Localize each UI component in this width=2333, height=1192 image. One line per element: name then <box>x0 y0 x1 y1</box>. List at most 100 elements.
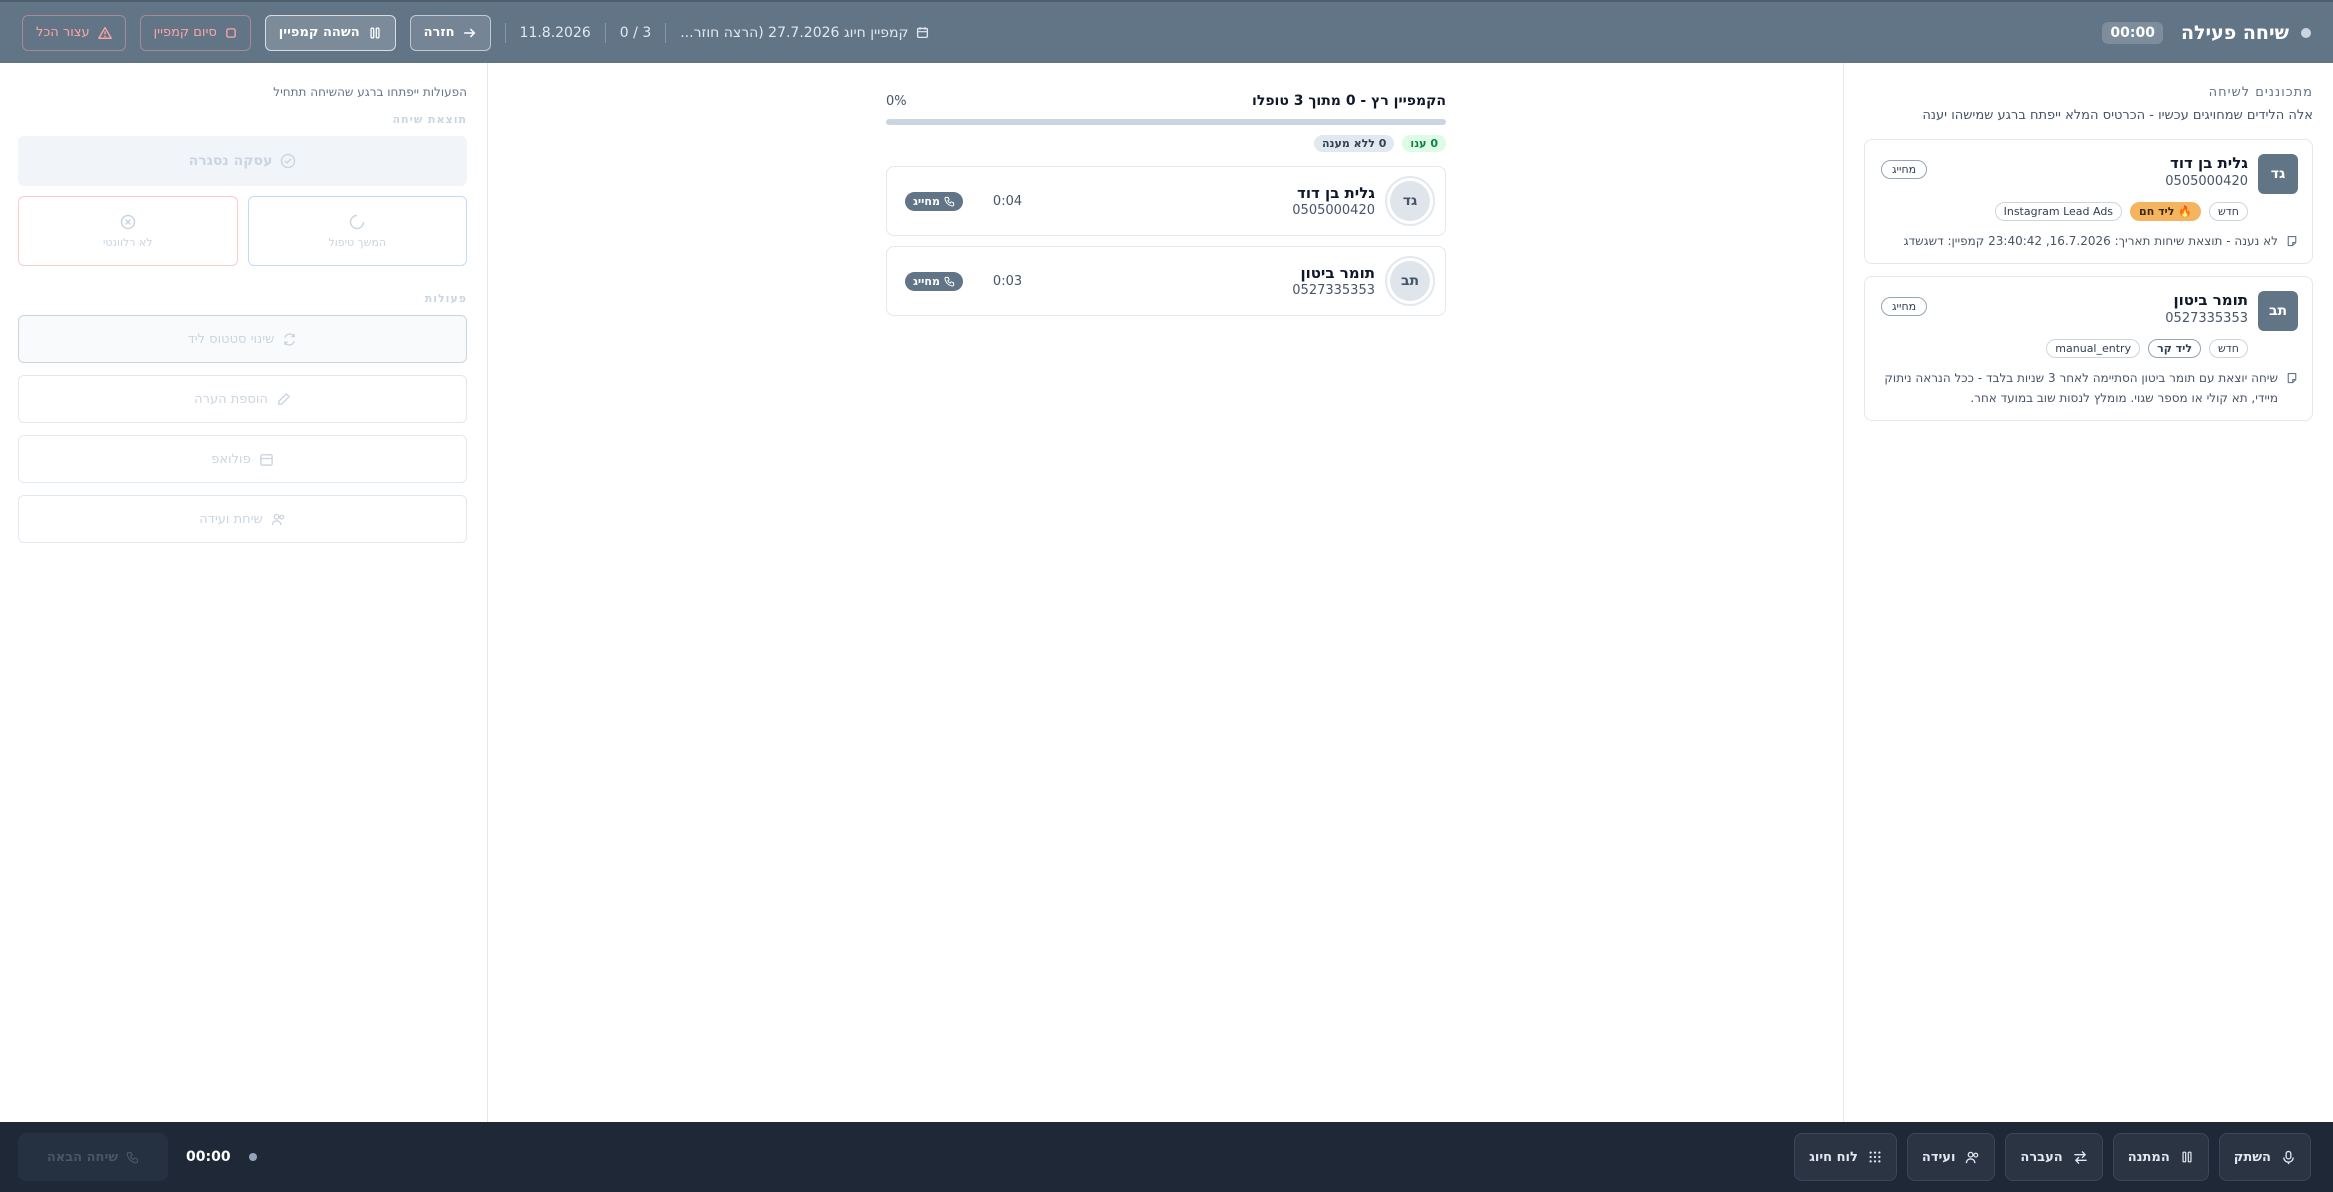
calendar-icon <box>916 26 929 39</box>
stop-square-icon <box>225 27 237 39</box>
call-lead-phone: 0505000420 <box>1292 203 1375 218</box>
transfer-arrows-icon <box>2073 1150 2088 1165</box>
spinner-icon <box>349 214 365 230</box>
dialing-status-pill: מחייג <box>1881 297 1928 316</box>
change-lead-status-button[interactable]: שינוי סטטוס ליד <box>18 315 467 363</box>
avatar-initials: תב <box>1390 261 1430 301</box>
lead-tags: חדש 🔥 ליד חם Instagram Lead Ads <box>1881 202 2248 221</box>
campaign-date: 11.8.2026 <box>519 24 591 41</box>
microphone-icon <box>2281 1150 2296 1165</box>
lead-note: לא נענה - תוצאת שיחות תאריך: 16.7.2026, … <box>1881 231 2298 251</box>
dialing-badge-label: מחייג <box>913 274 940 288</box>
tag-source: manual_entry <box>2046 339 2141 358</box>
pause-icon <box>368 26 382 40</box>
top-bar: שיחה פעילה 00:00 קמפיין חיוג 27.7.2026 (… <box>0 0 2333 63</box>
answered-count: 0 ענו <box>1402 135 1446 152</box>
end-campaign-button[interactable]: סיום קמפיין <box>139 14 251 51</box>
end-campaign-label: סיום קמפיין <box>153 25 217 40</box>
followup-button[interactable]: פולואפ <box>18 435 467 483</box>
arrow-right-icon <box>463 26 477 40</box>
check-circle-icon <box>280 153 296 169</box>
avatar: תב <box>1385 256 1435 306</box>
bottom-call-timer: 00:00 <box>186 1149 231 1165</box>
hold-button[interactable]: המתנה <box>2112 1133 2209 1181</box>
phone-ringing-icon <box>944 276 955 287</box>
add-note-button[interactable]: הוספת הערה <box>18 375 467 423</box>
dialing-badge-label: מחייג <box>913 194 940 208</box>
outcome-section-title: תוצאת שיחה <box>392 113 467 126</box>
not-relevant-label: לא רלוונטי <box>102 235 153 249</box>
campaign-label: קמפיין חיוג 27.7.2026 (הרצה חוזר... <box>680 24 909 41</box>
stop-all-label: עצור הכל <box>36 25 90 40</box>
call-timer: 00:00 <box>2102 21 2163 44</box>
next-call-label: שיחה הבאה <box>46 1149 119 1165</box>
tag-hot-lead-label: ליד חם <box>2139 205 2175 218</box>
dialpad-button[interactable]: לוח חיוג <box>1794 1133 1897 1181</box>
queue-subtitle: אלה הלידים שמחויגים עכשיו - הכרטיס המלא … <box>1922 108 2313 123</box>
dialing-status-pill: מחייג <box>1881 160 1928 179</box>
mute-label: השתק <box>2233 1149 2271 1165</box>
tag-source: Instagram Lead Ads <box>1994 202 2123 221</box>
tag-cold-lead: ליד קר <box>2148 339 2201 358</box>
deal-closed-button[interactable]: עסקה נסגרה <box>18 136 467 186</box>
note-icon <box>2286 372 2298 408</box>
pause-label: השהה קמפיין <box>278 25 360 40</box>
progress-count: 0 / 3 <box>619 24 652 41</box>
back-label: חזרה <box>423 25 455 40</box>
phone-ringing-icon <box>944 196 955 207</box>
call-lead-name: תומר ביטון <box>1300 264 1375 282</box>
pencil-icon <box>276 392 291 407</box>
hold-label: המתנה <box>2127 1149 2170 1165</box>
lead-tags: חדש ליד קר manual_entry <box>1881 339 2248 358</box>
dialing-queue-panel: מתכוננים לשיחה אלה הלידים שמחויגים עכשיו… <box>1843 63 2333 1122</box>
campaign-progress-bar <box>886 119 1446 125</box>
active-call-row[interactable]: גד גלית בן דוד 0505000420 0:04 מחייג <box>886 166 1446 236</box>
call-duration: 0:04 <box>992 193 1023 209</box>
live-indicator-dot <box>2301 27 2311 38</box>
active-call-row[interactable]: תב תומר ביטון 0527335353 0:03 מחייג <box>886 246 1446 316</box>
campaign-percent: 0% <box>886 93 907 109</box>
add-note-label: הוספת הערה <box>194 391 268 407</box>
back-button[interactable]: חזרה <box>409 14 491 51</box>
call-actions-panel: הפעולות ייפתחו ברגע שהשיחה תתחיל תוצאת ש… <box>0 63 487 1122</box>
campaign-center: הקמפיין רץ - 0 מתוך 3 טופלו 0% 0 ענו 0 ל… <box>487 63 1843 1122</box>
campaign-name: קמפיין חיוג 27.7.2026 (הרצה חוזר... <box>680 25 929 41</box>
next-call-button[interactable]: שיחה הבאה <box>18 1133 168 1181</box>
transfer-button[interactable]: העברה <box>2005 1133 2103 1181</box>
lead-card[interactable]: גד גלית בן דוד 0505000420 מחייג חדש 🔥 לי… <box>1864 139 2313 264</box>
conference-label: ועידה <box>1921 1149 1956 1165</box>
lead-phone: 0505000420 <box>2165 174 2248 189</box>
change-status-label: שינוי סטטוס ליד <box>187 331 275 347</box>
campaign-counters: 0 ענו 0 ללא מענה <box>886 135 1446 152</box>
users-icon <box>1965 1150 1980 1165</box>
lead-card[interactable]: תב תומר ביטון 0527335353 מחייג חדש ליד ק… <box>1864 276 2313 421</box>
deal-closed-label: עסקה נסגרה <box>188 153 273 169</box>
conference-button[interactable]: ועידה <box>1906 1133 1996 1181</box>
tag-new: חדש <box>2209 339 2248 358</box>
lead-note-text: לא נענה - תוצאת שיחות תאריך: 16.7.2026, … <box>1903 234 2278 248</box>
in-progress-label: המשך טיפול <box>328 235 387 249</box>
queue-title: מתכוננים לשיחה <box>2208 85 2313 100</box>
mute-button[interactable]: השתק <box>2218 1133 2311 1181</box>
followup-label: פולואפ <box>211 451 251 467</box>
meeting-button[interactable]: שיחת ועידה <box>18 495 467 543</box>
avatar: גד <box>2258 154 2298 194</box>
x-circle-icon <box>120 214 136 230</box>
not-relevant-button[interactable]: לא רלוונטי <box>18 196 238 266</box>
call-lead-name: גלית בן דוד <box>1297 184 1375 202</box>
tag-hot-lead: 🔥 ליד חם <box>2130 202 2201 221</box>
call-control-bar: השתק המתנה העברה ועידה לוח חיוג 00:00 שי… <box>0 1122 2333 1192</box>
divider <box>504 22 506 43</box>
calendar-icon <box>259 452 274 467</box>
in-progress-button[interactable]: המשך טיפול <box>247 196 467 266</box>
divider <box>604 22 606 43</box>
stop-all-button[interactable]: עצור הכל <box>22 14 126 51</box>
avatar: תב <box>2258 291 2298 331</box>
avatar-initials: גד <box>1390 181 1430 221</box>
lead-note: שיחה יוצאת עם תומר ביטון הסתיימה לאחר 3 … <box>1881 368 2298 408</box>
users-icon <box>271 512 286 527</box>
call-duration: 0:03 <box>992 273 1023 289</box>
call-status-area: 00:00 שיחה הבאה <box>18 1133 257 1181</box>
flame-icon: 🔥 <box>2178 205 2192 218</box>
pause-campaign-button[interactable]: השהה קמפיין <box>264 14 396 51</box>
